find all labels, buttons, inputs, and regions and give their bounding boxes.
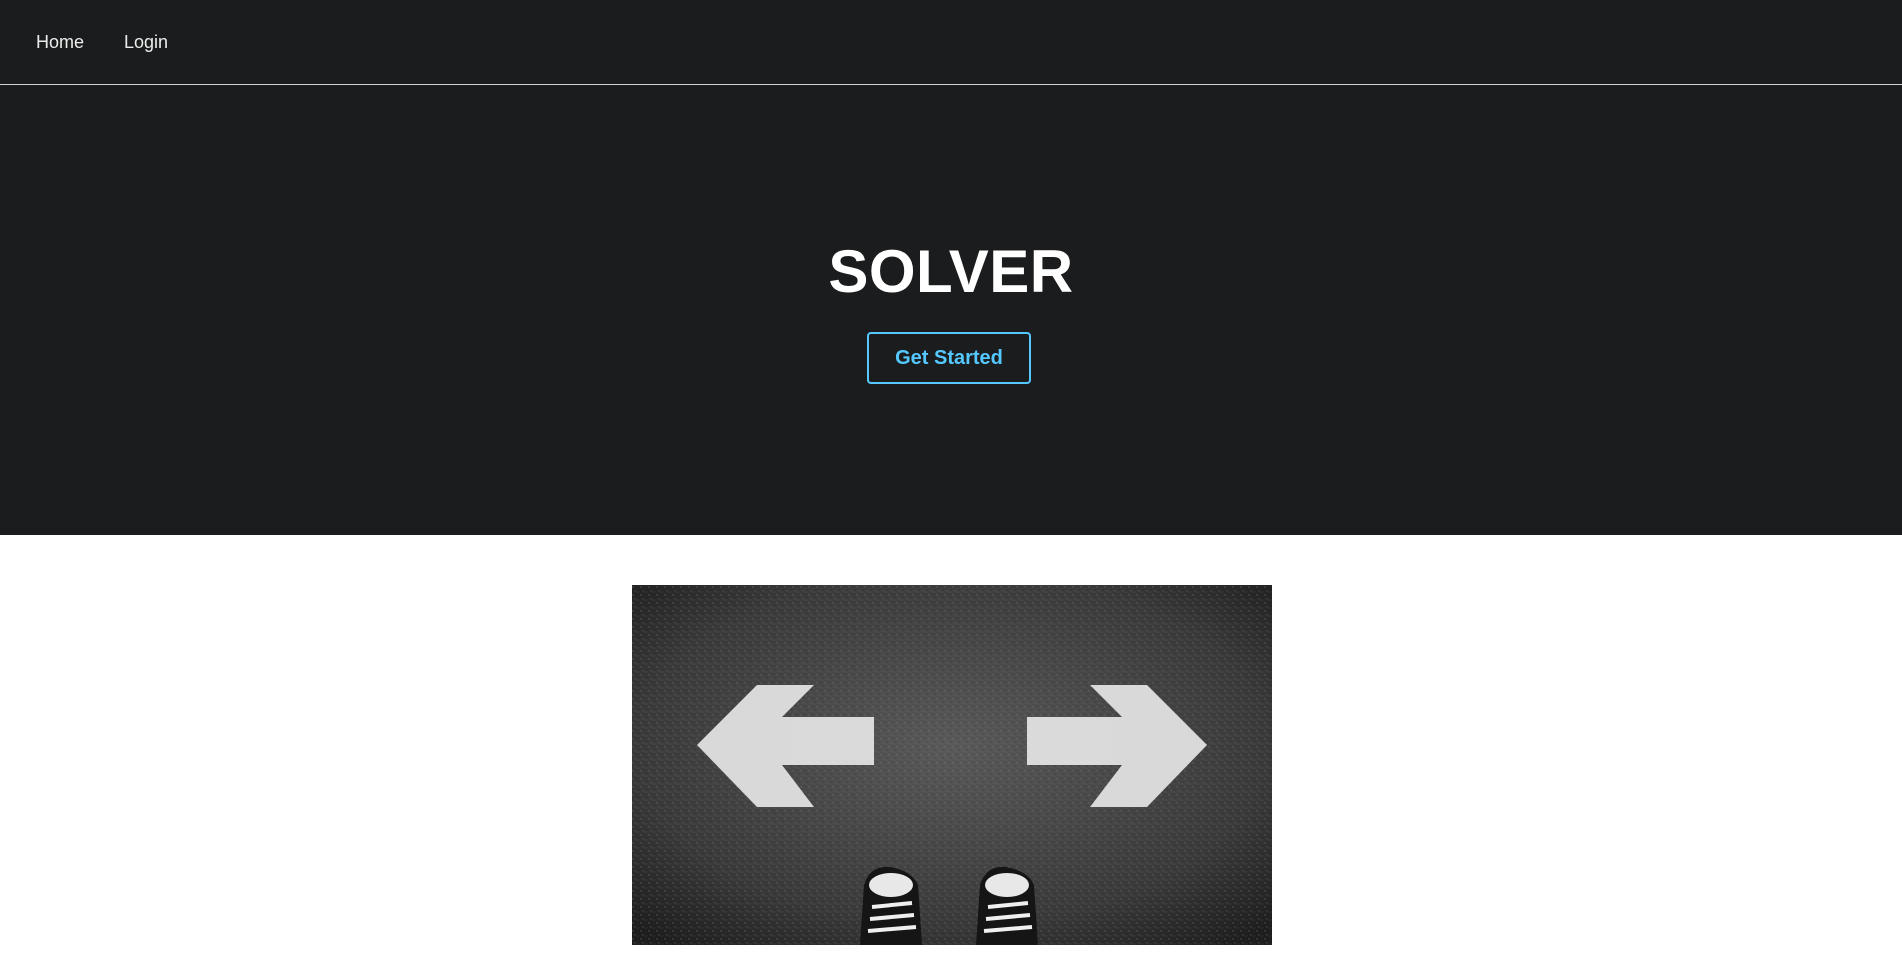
- crossroads-image: [632, 585, 1272, 945]
- crossroads-illustration: [632, 585, 1272, 945]
- left-shoe-icon: [860, 866, 922, 945]
- get-started-button[interactable]: Get Started: [867, 332, 1031, 384]
- right-shoe-icon: [976, 866, 1038, 945]
- hero-section: SOLVER Get Started: [0, 85, 1902, 535]
- hero-title: SOLVER: [828, 238, 1074, 305]
- nav-login-link[interactable]: Login: [108, 22, 184, 63]
- top-navbar: Home Login: [0, 0, 1902, 85]
- nav-home-link[interactable]: Home: [20, 22, 100, 63]
